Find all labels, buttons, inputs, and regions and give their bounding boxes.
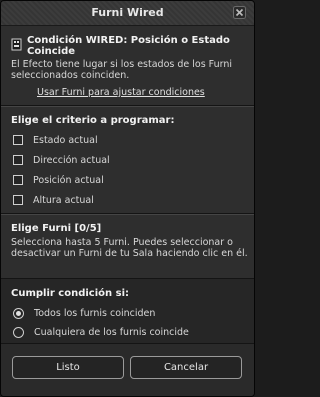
option-all-match[interactable]: Todos los furnis coinciden bbox=[13, 306, 155, 320]
criterion-position[interactable]: Posición actual bbox=[13, 173, 104, 187]
furni-description: Selecciona hasta 5 Furni. Puedes selecci… bbox=[11, 237, 248, 259]
checkbox[interactable] bbox=[13, 175, 23, 185]
checkbox[interactable] bbox=[13, 195, 23, 205]
criterion-state[interactable]: Estado actual bbox=[13, 133, 98, 147]
radio-button[interactable] bbox=[13, 307, 24, 319]
cancel-button[interactable]: Cancelar bbox=[130, 356, 242, 379]
checkbox[interactable] bbox=[13, 155, 23, 165]
adjust-conditions-link[interactable]: Usar Furni para ajustar condiciones bbox=[37, 87, 205, 98]
window-title: Furni Wired bbox=[91, 6, 164, 19]
ok-button[interactable]: Listo bbox=[12, 356, 124, 379]
criterion-label: Altura actual bbox=[33, 194, 94, 206]
condition-description: El Efecto tiene lugar si los estados de … bbox=[11, 59, 233, 81]
radio-button[interactable] bbox=[13, 326, 24, 338]
close-icon[interactable] bbox=[233, 6, 246, 19]
criteria-heading: Elige el criterio a programar: bbox=[11, 115, 175, 126]
title-bar[interactable]: Furni Wired bbox=[1, 1, 254, 26]
option-label: Todos los furnis coinciden bbox=[34, 307, 156, 319]
criterion-label: Posición actual bbox=[33, 174, 104, 186]
match-condition-heading: Cumplir condición si: bbox=[11, 288, 130, 299]
criterion-direction[interactable]: Dirección actual bbox=[13, 153, 110, 167]
furni-selection-section: Elige Furni [0/5] Selecciona hasta 5 Fur… bbox=[1, 215, 254, 277]
option-label: Cualquiera de los furnis coincide bbox=[34, 326, 189, 338]
criterion-label: Dirección actual bbox=[33, 154, 110, 166]
furni-heading: Elige Furni [0/5] bbox=[11, 223, 102, 234]
wired-condition-icon bbox=[11, 38, 22, 51]
criterion-label: Estado actual bbox=[33, 134, 98, 146]
option-any-match[interactable]: Cualquiera de los furnis coincide bbox=[13, 325, 189, 339]
furni-wired-window: Furni Wired Condición WIRED: Posición o … bbox=[0, 0, 255, 397]
criterion-height[interactable]: Altura actual bbox=[13, 193, 94, 207]
condition-title: Condición WIRED: Posición o Estado Coinc… bbox=[27, 35, 230, 57]
checkbox[interactable] bbox=[13, 135, 23, 145]
